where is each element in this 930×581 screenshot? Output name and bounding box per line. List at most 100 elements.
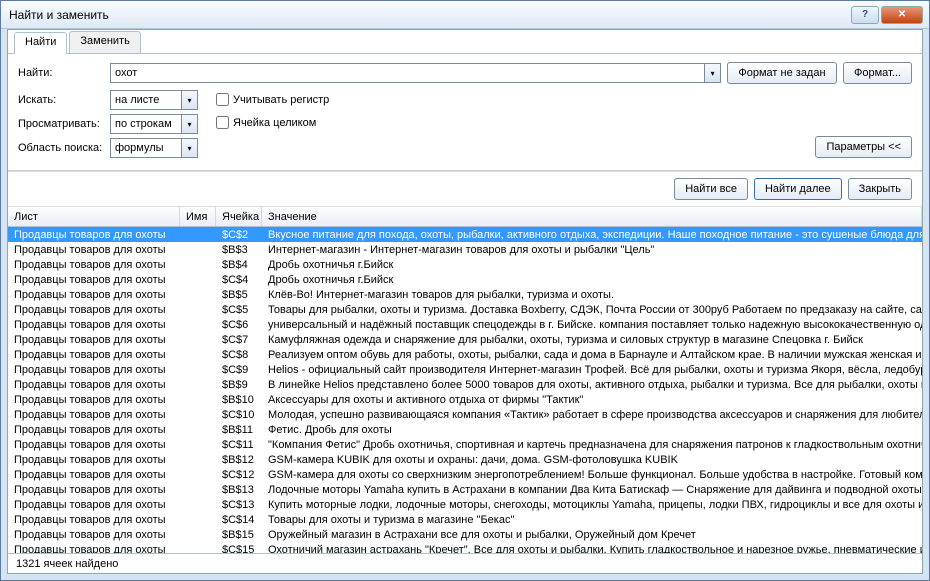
- table-row[interactable]: Продавцы товаров для охоты $C$7Камуфляжна…: [8, 332, 922, 347]
- cell-value: Товары для рыбалки, охоты и туризма. Дос…: [262, 304, 922, 316]
- whole-cell-label: Ячейка целиком: [233, 117, 316, 129]
- cell-sheet: Продавцы товаров для охоты: [8, 244, 180, 256]
- table-row[interactable]: Продавцы товаров для охоты$B$15Оружейный…: [8, 527, 922, 542]
- table-row[interactable]: Продавцы товаров для охоты$C$2Вкусное пи…: [8, 227, 922, 242]
- search-in-select[interactable]: ▾: [110, 90, 198, 110]
- dialog-content: Найти Заменить Найти: ▾ Формат не задан …: [7, 29, 923, 574]
- cell-ref: $C$15: [216, 544, 262, 554]
- match-case-checkbox[interactable]: Учитывать регистр: [212, 90, 329, 109]
- cell-sheet: Продавцы товаров для охоты: [8, 454, 180, 466]
- window-close-button[interactable]: ✕: [881, 6, 923, 24]
- col-value[interactable]: Значение: [262, 207, 922, 226]
- parameters-button[interactable]: Параметры <<: [815, 136, 912, 158]
- col-cell[interactable]: Ячейка: [216, 207, 262, 226]
- match-case-input[interactable]: [216, 93, 229, 106]
- cell-sheet: Продавцы товаров для охоты: [8, 499, 180, 511]
- results-header: Лист Имя Ячейка Значение: [8, 207, 922, 227]
- table-row[interactable]: Продавцы товаров для охоты$C$15Охотничий…: [8, 542, 922, 553]
- cell-ref: $C$4: [216, 274, 262, 286]
- close-button[interactable]: Закрыть: [848, 178, 912, 200]
- cell-sheet: Продавцы товаров для охоты: [8, 259, 180, 271]
- cell-sheet: Продавцы товаров для охоты: [8, 364, 180, 376]
- cell-sheet: Продавцы товаров для охоты: [8, 469, 180, 481]
- cell-ref: $B$3: [216, 244, 262, 256]
- whole-cell-checkbox[interactable]: Ячейка целиком: [212, 113, 329, 132]
- status-text: 1321 ячеек найдено: [16, 558, 118, 570]
- search-in-label: Искать:: [18, 94, 110, 106]
- cell-ref: $B$5: [216, 289, 262, 301]
- chevron-down-icon[interactable]: ▾: [181, 139, 197, 157]
- format-button[interactable]: Формат...: [843, 62, 912, 84]
- table-row[interactable]: Продавцы товаров для охоты$B$5Клёв-Во! И…: [8, 287, 922, 302]
- cell-value: Оружейный магазин в Астрахани все для ох…: [262, 529, 922, 541]
- col-name[interactable]: Имя: [180, 207, 216, 226]
- window-title: Найти и заменить: [7, 8, 849, 22]
- table-row[interactable]: Продавцы товаров для охоты$B$12GSM-камер…: [8, 452, 922, 467]
- cell-sheet: Продавцы товаров для охоты: [8, 529, 180, 541]
- find-history-dropdown[interactable]: ▾: [704, 64, 720, 82]
- format-status-button[interactable]: Формат не задан: [727, 62, 837, 84]
- search-in-value: [111, 91, 181, 109]
- cell-ref: $C$7: [216, 334, 262, 346]
- cell-value: универсальный и надёжный поставщик спецо…: [262, 319, 922, 331]
- col-sheet[interactable]: Лист: [8, 207, 180, 226]
- action-row: Найти все Найти далее Закрыть: [8, 171, 922, 207]
- cell-value: В линейке Helios представлено более 5000…: [262, 379, 922, 391]
- cell-ref: $B$10: [216, 394, 262, 406]
- cell-sheet: Продавцы товаров для охоты: [8, 349, 180, 361]
- cell-value: Helios - официальный сайт производителя …: [262, 364, 922, 376]
- cell-sheet: Продавцы товаров для охоты: [8, 274, 180, 286]
- tab-replace[interactable]: Заменить: [69, 31, 140, 53]
- table-row[interactable]: Продавцы товаров для охоты$B$3Интернет-м…: [8, 242, 922, 257]
- tab-find[interactable]: Найти: [14, 32, 67, 54]
- table-row[interactable]: Продавцы товаров для охоты$B$10Аксессуар…: [8, 392, 922, 407]
- cell-ref: $B$11: [216, 424, 262, 436]
- cell-value: Фетис. Дробь для охоты: [262, 424, 922, 436]
- cell-value: Купить моторные лодки, лодочные моторы, …: [262, 499, 922, 511]
- table-row[interactable]: Продавцы товаров для охоты$C$12GSM-камер…: [8, 467, 922, 482]
- cell-ref: $C$8: [216, 349, 262, 361]
- results-body[interactable]: Продавцы товаров для охоты$C$2Вкусное пи…: [8, 227, 922, 553]
- table-row[interactable]: Продавцы товаров для охоты$C$13Купить мо…: [8, 497, 922, 512]
- chevron-down-icon[interactable]: ▾: [181, 91, 197, 109]
- table-row[interactable]: Продавцы товаров для охоты$B$4Дробь охот…: [8, 257, 922, 272]
- table-row[interactable]: Продавцы товаров для охоты $C$8Реализуем …: [8, 347, 922, 362]
- cell-value: Молодая, успешно развивающаяся компания …: [262, 409, 922, 421]
- cell-value: Дробь охотничья г.Бийск: [262, 259, 922, 271]
- lookin-select[interactable]: ▾: [110, 138, 198, 158]
- cell-value: Реализуем оптом обувь для работы, охоты,…: [262, 349, 922, 361]
- table-row[interactable]: Продавцы товаров для охоты$C$9Helios - о…: [8, 362, 922, 377]
- cell-sheet: Продавцы товаров для охоты: [8, 424, 180, 436]
- results-area: Лист Имя Ячейка Значение Продавцы товаро…: [8, 207, 922, 553]
- whole-cell-input[interactable]: [216, 116, 229, 129]
- cell-ref: $C$2: [216, 229, 262, 241]
- table-row[interactable]: Продавцы товаров для охоты$C$5Товары для…: [8, 302, 922, 317]
- cell-sheet: Продавцы товаров для охоты: [8, 484, 180, 496]
- table-row[interactable]: Продавцы товаров для охоты$C$10Молодая, …: [8, 407, 922, 422]
- status-bar: 1321 ячеек найдено: [8, 553, 922, 573]
- table-row[interactable]: Продавцы товаров для охоты$B$9В линейке …: [8, 377, 922, 392]
- cell-value: GSM-камера KUBIK для охоты и охраны: дач…: [262, 454, 922, 466]
- find-next-button[interactable]: Найти далее: [754, 178, 842, 200]
- find-label: Найти:: [18, 67, 110, 79]
- cell-value: Камуфляжная одежда и снаряжение для рыба…: [262, 334, 922, 346]
- chevron-down-icon[interactable]: ▾: [181, 115, 197, 133]
- direction-select[interactable]: ▾: [110, 114, 198, 134]
- cell-sheet: Продавцы товаров для охоты: [8, 334, 180, 346]
- table-row[interactable]: Продавцы товаров для охоты $C$4Дробь охот…: [8, 272, 922, 287]
- cell-value: Лодочные моторы Yamaha купить в Астрахан…: [262, 484, 922, 496]
- titlebar: Найти и заменить ? ✕: [1, 1, 929, 29]
- table-row[interactable]: Продавцы товаров для охоты$C$6универсаль…: [8, 317, 922, 332]
- cell-value: "Компания Фетис" Дробь охотничья, спорти…: [262, 439, 922, 451]
- cell-ref: $C$11: [216, 439, 262, 451]
- lookin-value: [111, 139, 181, 157]
- find-all-button[interactable]: Найти все: [674, 178, 748, 200]
- table-row[interactable]: Продавцы товаров для охоты $B$11Фетис. Др…: [8, 422, 922, 437]
- help-button[interactable]: ?: [851, 6, 879, 24]
- table-row[interactable]: Продавцы товаров для охоты$C$14Товары дл…: [8, 512, 922, 527]
- cell-ref: $C$14: [216, 514, 262, 526]
- table-row[interactable]: Продавцы товаров для охоты$B$13Лодочные …: [8, 482, 922, 497]
- table-row[interactable]: Продавцы товаров для охоты$C$11"Компания…: [8, 437, 922, 452]
- find-input[interactable]: [111, 64, 704, 82]
- cell-value: Дробь охотничья г.Бийск: [262, 274, 922, 286]
